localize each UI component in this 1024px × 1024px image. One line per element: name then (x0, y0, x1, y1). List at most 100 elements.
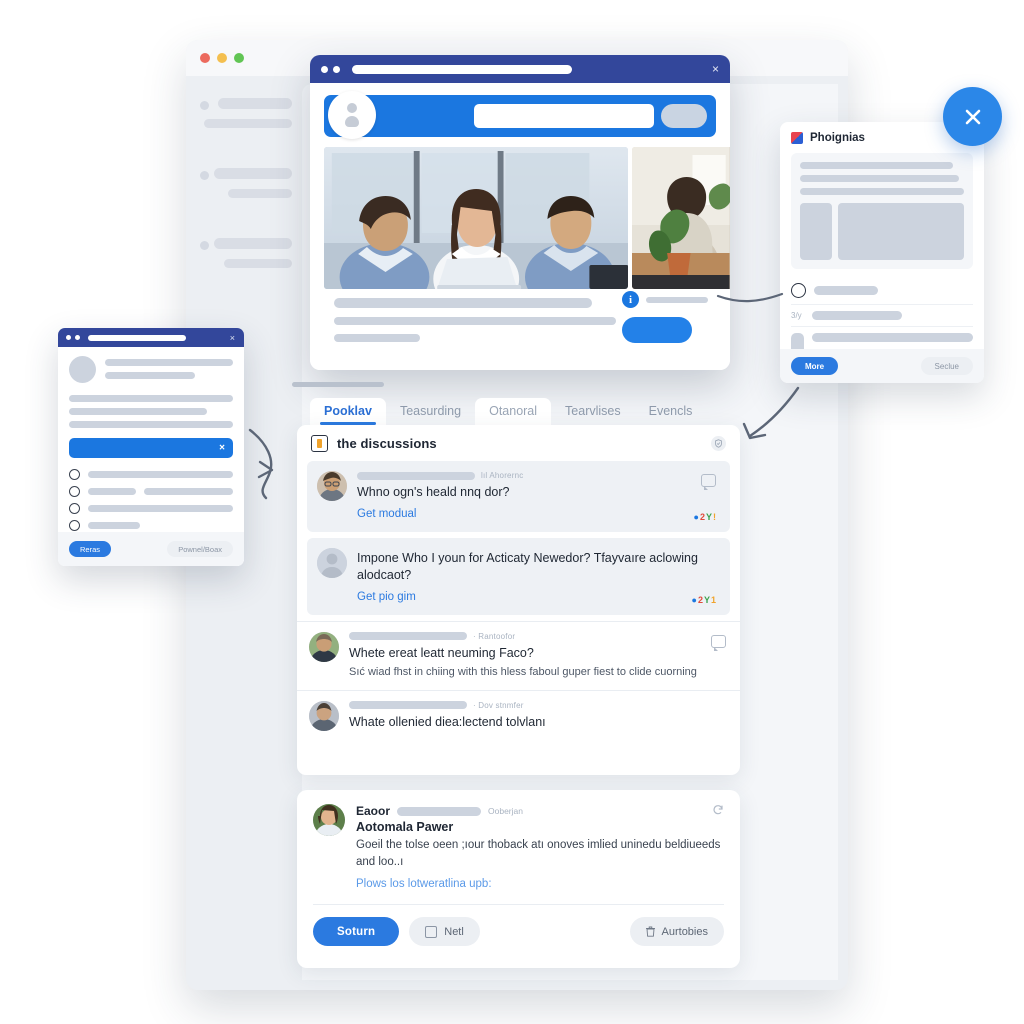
thread-body: · Dov stnmfer Whate ollenied diea:lecten… (349, 701, 726, 734)
composer-link[interactable]: Plows los lotweratlina upb: (356, 878, 492, 890)
thread-link[interactable]: Get pio gim (357, 591, 416, 603)
scroll-indicator[interactable] (292, 382, 384, 387)
sidebar-skeleton-group (200, 98, 292, 150)
composer-meta: Eaoor Ooberjan (356, 804, 724, 818)
delete-button[interactable]: Aurtobies (629, 917, 724, 947)
right-panel-title: Phoignias (810, 132, 865, 144)
discussion-thread[interactable]: lıl Ahorernc Whno ogn's heald nnq dor? G… (307, 461, 730, 532)
tab-evencls[interactable]: Evencls (635, 398, 707, 425)
left-window-footer: Reras Pownel/Boax (58, 532, 244, 566)
draft-button[interactable]: Netl (409, 917, 480, 947)
right-panel-body: Phoignias 3/y (780, 122, 984, 371)
thread-title: Whate ollenied diea:lectend tolvlanı (349, 714, 546, 729)
cta-caption (646, 296, 708, 303)
list-item[interactable] (69, 486, 233, 497)
avatar (69, 356, 96, 383)
author-name-redacted (349, 701, 467, 710)
shield-check-icon[interactable] (711, 436, 726, 451)
left-window-close-icon[interactable]: × (230, 333, 235, 343)
avatar (317, 547, 347, 578)
post-composer-card: Eaoor Ooberjan Aotomala Pawer Goeil the … (297, 790, 740, 968)
comment-bubble-icon[interactable] (711, 634, 726, 651)
checkbox-icon (425, 925, 438, 938)
close-fab-button[interactable] (943, 87, 1002, 146)
banner-close-icon[interactable]: × (219, 443, 225, 454)
thread-link[interactable]: Get modual (357, 508, 416, 520)
site-header-bar (324, 91, 716, 139)
right-panel-row-label: 3/y (791, 311, 802, 320)
list-item[interactable] (69, 503, 233, 514)
left-window-banner[interactable]: × (69, 438, 233, 458)
left-window-traffic-lights[interactable] (66, 335, 80, 340)
composer-body: Eaoor Ooberjan Aotomala Pawer Goeil the … (356, 804, 724, 892)
content-skeleton-lines (334, 298, 634, 351)
browser-url-bar[interactable] (352, 64, 572, 74)
list-item[interactable] (69, 469, 233, 480)
browser-close-icon[interactable]: × (712, 63, 719, 75)
browser-titlebar: × (310, 55, 730, 83)
submit-button[interactable]: Soturn (313, 917, 400, 947)
left-floating-window: × × Reras Pownel/Boax (58, 328, 244, 566)
right-panel-secondary-button[interactable]: Seclue (920, 357, 973, 375)
tab-pooklav[interactable]: Pooklav (310, 398, 386, 425)
right-panel-row[interactable] (791, 277, 973, 305)
comment-bubble-icon[interactable] (701, 474, 716, 490)
brand-logo-icon (791, 132, 803, 144)
right-panel-header: Phoignias (791, 132, 973, 144)
right-panel-row[interactable]: 3/y (791, 305, 973, 327)
thread-meta-text: · Dov stnmfer (473, 700, 524, 710)
thread-meta: · Rantoofor (349, 632, 726, 641)
reaction-badges[interactable]: ● 2 Y 1 (692, 595, 716, 605)
tab-tearvlises[interactable]: Tearvlises (551, 398, 635, 425)
reaction-badges[interactable]: ● 2 Y! (694, 512, 716, 522)
thread-title: Whete ereat leatt neuming Faco? (349, 645, 534, 660)
list-item[interactable] (69, 520, 233, 531)
window-minimize-dot[interactable] (217, 53, 227, 63)
preview-blocks (800, 203, 964, 260)
left-window-url-bar[interactable] (88, 334, 186, 341)
circle-icon (69, 469, 80, 480)
circle-icon (69, 486, 80, 497)
info-icon: i (622, 291, 639, 308)
browser-traffic-lights[interactable] (321, 65, 340, 73)
browser-window: × i (310, 55, 730, 370)
left-window-profile (69, 356, 233, 385)
thread-body: · Rantoofor Whete ereat leatt neuming Fa… (349, 632, 726, 680)
avatar (317, 471, 347, 501)
left-window-body: × Reras Pownel/Boax (58, 347, 244, 566)
globe-icon (791, 283, 806, 298)
header-action-button[interactable] (661, 104, 707, 128)
draft-button-label: Netl (444, 925, 464, 938)
composer-author-redacted (397, 806, 482, 816)
search-input[interactable] (474, 104, 654, 128)
thread-meta: lıl Ahorernc (357, 471, 716, 480)
delete-button-label: Aurtobies (661, 925, 708, 938)
browser-content: i (310, 83, 730, 370)
tab-teasurding[interactable]: Teasurding (386, 398, 475, 425)
refresh-icon[interactable] (712, 804, 724, 816)
composer-text: Goeil the tolse oeen ;ıour thoback atı o… (356, 839, 721, 868)
left-window-primary-button[interactable]: Reras (69, 541, 112, 557)
thread-title: Impone Who I youn for Acticaty Newedor? … (357, 550, 698, 582)
thread-meta-text: · Rantoofor (473, 631, 516, 641)
thread-meta: · Dov stnmfer (349, 701, 726, 710)
discussion-thread[interactable]: · Dov stnmfer Whate ollenied diea:lecten… (297, 689, 740, 744)
circle-icon (69, 520, 80, 531)
user-avatar-icon[interactable] (328, 91, 376, 139)
sidebar-skeleton-group (200, 238, 292, 290)
traffic-light-controls[interactable] (200, 53, 244, 63)
thread-title: Whno ogn's heald nnq dor? (357, 485, 510, 499)
discussion-thread[interactable]: Impone Who I youn for Acticaty Newedor? … (307, 537, 730, 615)
composer-headline: Aotomala Pawer (356, 820, 454, 834)
tab-bar: Pooklav Teasurding Otanoral Tearvlises E… (310, 395, 740, 425)
discussions-header: the discussions (297, 425, 740, 461)
author-name-redacted (349, 632, 467, 641)
cta-primary-button[interactable] (622, 317, 692, 343)
window-close-dot[interactable] (200, 53, 210, 63)
left-window-secondary-button[interactable]: Pownel/Boax (167, 541, 233, 557)
right-panel-primary-button[interactable]: More (791, 357, 839, 375)
discussion-thread[interactable]: · Rantoofor Whete ereat leatt neuming Fa… (297, 620, 740, 690)
tab-otanoral[interactable]: Otanoral (475, 398, 552, 425)
hero-image-row (324, 147, 730, 289)
window-zoom-dot[interactable] (234, 53, 244, 63)
